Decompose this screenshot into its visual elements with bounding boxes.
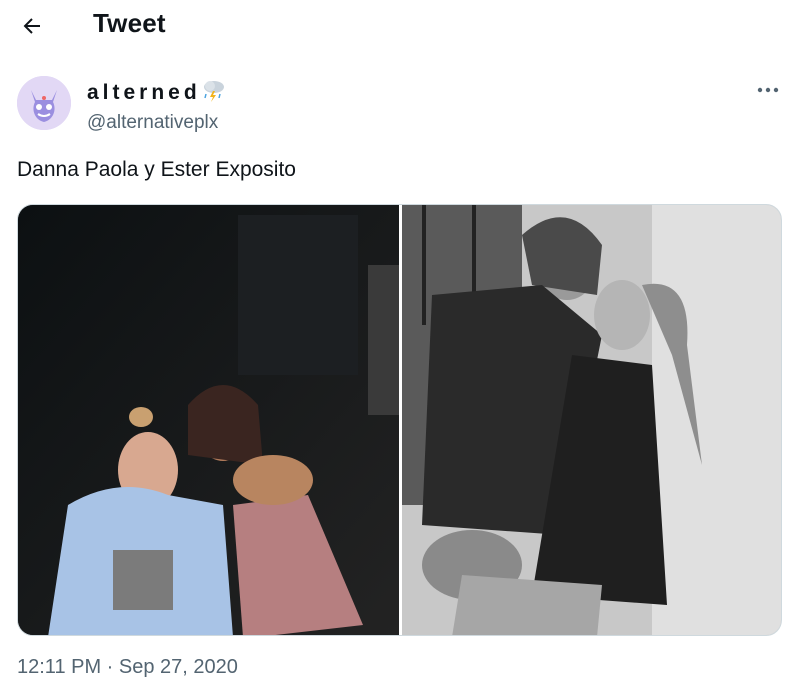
user-handle[interactable]: @alternativeplx — [87, 112, 227, 134]
top-bar: Tweet — [0, 0, 800, 52]
cloud-lightning-icon — [201, 78, 227, 108]
display-name[interactable]: alterned — [87, 78, 227, 108]
photo-right[interactable] — [402, 205, 781, 635]
display-name-text: alterned — [87, 81, 201, 104]
photo-left[interactable] — [18, 205, 399, 635]
tweet-text: Danna Paola y Ester Exposito — [17, 158, 296, 181]
more-options-button[interactable] — [755, 80, 781, 100]
more-dots-icon — [757, 87, 779, 93]
avatar[interactable] — [17, 76, 71, 130]
photo-color-icon — [18, 205, 399, 635]
oni-mask-icon — [17, 76, 71, 130]
arrow-left-icon — [23, 18, 40, 34]
page-title: Tweet — [93, 8, 166, 38]
back-button[interactable] — [16, 10, 48, 42]
photo-black-and-white-icon — [402, 205, 781, 635]
tweet-author: alterned @alternativeplx — [17, 74, 783, 134]
media-grid — [17, 204, 782, 636]
